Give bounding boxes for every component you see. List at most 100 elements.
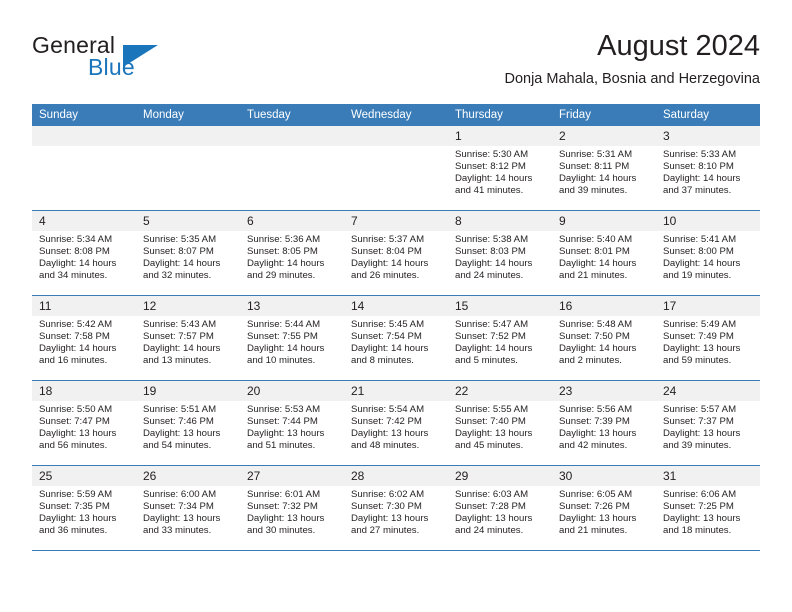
logo-text-blue: Blue xyxy=(88,54,135,80)
calendar-day-cell[interactable]: 23 Sunrise: 5:56 AM Sunset: 7:39 PM Dayligh… xyxy=(552,380,656,466)
day-info: Sunrise: 5:48 AM Sunset: 7:50 PM Daylight:… xyxy=(552,316,656,367)
day-number: 23 xyxy=(552,381,656,401)
calendar-day-cell[interactable]: 15 Sunrise: 5:47 AM Sunset: 7:52 PM Dayligh… xyxy=(448,295,552,381)
sunset-text: Sunset: 8:10 PM xyxy=(663,161,734,173)
calendar-day-cell[interactable]: 9 Sunrise: 5:40 AM Sunset: 8:01 PM Daylight… xyxy=(552,210,656,296)
sunset-text: Sunset: 7:26 PM xyxy=(559,501,630,513)
sunrise-text: Sunrise: 5:54 AM xyxy=(351,404,425,415)
day-number: 25 xyxy=(32,466,136,486)
calendar-week-row: 18 Sunrise: 5:50 AM Sunset: 7:47 PM Dayligh… xyxy=(32,380,760,466)
sunset-text: Sunset: 7:58 PM xyxy=(39,331,110,343)
daylight-text: Daylight: 13 hours and 39 minutes. xyxy=(663,428,741,452)
day-info: Sunrise: 5:36 AM Sunset: 8:05 PM Daylight:… xyxy=(240,231,344,282)
sunrise-text: Sunrise: 5:31 AM xyxy=(559,149,633,160)
calendar-day-cell[interactable]: 3 Sunrise: 5:33 AM Sunset: 8:10 PM Daylight… xyxy=(656,126,760,211)
sunset-text: Sunset: 7:44 PM xyxy=(247,416,318,428)
calendar-day-cell-empty xyxy=(344,126,448,211)
calendar-week-row: 11 Sunrise: 5:42 AM Sunset: 7:58 PM Dayligh… xyxy=(32,295,760,381)
day-info: Sunrise: 6:03 AM Sunset: 7:28 PM Daylight:… xyxy=(448,486,552,537)
sunset-text: Sunset: 7:30 PM xyxy=(351,501,422,513)
calendar-day-cell[interactable]: 20 Sunrise: 5:53 AM Sunset: 7:44 PM Dayligh… xyxy=(240,380,344,466)
sunset-text: Sunset: 8:05 PM xyxy=(247,246,318,258)
day-number xyxy=(32,126,136,146)
calendar-day-cell[interactable]: 8 Sunrise: 5:38 AM Sunset: 8:03 PM Daylight… xyxy=(448,210,552,296)
sunrise-text: Sunrise: 6:06 AM xyxy=(663,489,737,500)
sunrise-text: Sunrise: 5:45 AM xyxy=(351,319,425,330)
calendar-day-cell[interactable]: 14 Sunrise: 5:45 AM Sunset: 7:54 PM Dayligh… xyxy=(344,295,448,381)
calendar-day-cell[interactable]: 22 Sunrise: 5:55 AM Sunset: 7:40 PM Dayligh… xyxy=(448,380,552,466)
calendar-day-cell[interactable]: 2 Sunrise: 5:31 AM Sunset: 8:11 PM Daylight… xyxy=(552,126,656,211)
sunset-text: Sunset: 7:42 PM xyxy=(351,416,422,428)
calendar-day-cell[interactable]: 21 Sunrise: 5:54 AM Sunset: 7:42 PM Dayligh… xyxy=(344,380,448,466)
sunrise-text: Sunrise: 5:34 AM xyxy=(39,234,113,245)
day-info: Sunrise: 5:51 AM Sunset: 7:46 PM Daylight:… xyxy=(136,401,240,452)
calendar-day-cell[interactable]: 30 Sunrise: 6:05 AM Sunset: 7:26 PM Dayligh… xyxy=(552,465,656,551)
daylight-text: Daylight: 14 hours and 37 minutes. xyxy=(663,173,741,197)
day-info: Sunrise: 5:59 AM Sunset: 7:35 PM Daylight:… xyxy=(32,486,136,537)
day-number: 28 xyxy=(344,466,448,486)
day-info: Sunrise: 5:47 AM Sunset: 7:52 PM Daylight:… xyxy=(448,316,552,367)
daylight-text: Daylight: 13 hours and 48 minutes. xyxy=(351,428,429,452)
sunset-text: Sunset: 8:03 PM xyxy=(455,246,526,258)
day-info: Sunrise: 5:40 AM Sunset: 8:01 PM Daylight:… xyxy=(552,231,656,282)
daylight-text: Daylight: 14 hours and 8 minutes. xyxy=(351,343,429,367)
daylight-text: Daylight: 13 hours and 24 minutes. xyxy=(455,513,533,537)
day-info: Sunrise: 6:00 AM Sunset: 7:34 PM Daylight:… xyxy=(136,486,240,537)
day-info: Sunrise: 5:55 AM Sunset: 7:40 PM Daylight:… xyxy=(448,401,552,452)
calendar-day-cell[interactable]: 13 Sunrise: 5:44 AM Sunset: 7:55 PM Dayligh… xyxy=(240,295,344,381)
sunrise-text: Sunrise: 6:00 AM xyxy=(143,489,217,500)
calendar-day-cell[interactable]: 6 Sunrise: 5:36 AM Sunset: 8:05 PM Daylight… xyxy=(240,210,344,296)
calendar-day-cell[interactable]: 18 Sunrise: 5:50 AM Sunset: 7:47 PM Dayligh… xyxy=(32,380,136,466)
calendar-day-cell[interactable]: 31 Sunrise: 6:06 AM Sunset: 7:25 PM Dayligh… xyxy=(656,465,760,551)
day-number: 30 xyxy=(552,466,656,486)
weekday-header-sunday: Sunday xyxy=(32,104,136,126)
day-number: 14 xyxy=(344,296,448,316)
calendar-day-cell[interactable]: 26 Sunrise: 6:00 AM Sunset: 7:34 PM Dayligh… xyxy=(136,465,240,551)
calendar-day-cell[interactable]: 10 Sunrise: 5:41 AM Sunset: 8:00 PM Dayligh… xyxy=(656,210,760,296)
calendar-day-cell[interactable]: 11 Sunrise: 5:42 AM Sunset: 7:58 PM Dayligh… xyxy=(32,295,136,381)
calendar-day-cell[interactable]: 28 Sunrise: 6:02 AM Sunset: 7:30 PM Dayligh… xyxy=(344,465,448,551)
sunrise-text: Sunrise: 5:48 AM xyxy=(559,319,633,330)
sunrise-text: Sunrise: 5:37 AM xyxy=(351,234,425,245)
sunrise-text: Sunrise: 5:41 AM xyxy=(663,234,737,245)
daylight-text: Daylight: 13 hours and 51 minutes. xyxy=(247,428,325,452)
daylight-text: Daylight: 13 hours and 27 minutes. xyxy=(351,513,429,537)
calendar-day-cell[interactable]: 7 Sunrise: 5:37 AM Sunset: 8:04 PM Daylight… xyxy=(344,210,448,296)
calendar-day-cell[interactable]: 4 Sunrise: 5:34 AM Sunset: 8:08 PM Daylight… xyxy=(32,210,136,296)
calendar-day-cell[interactable]: 12 Sunrise: 5:43 AM Sunset: 7:57 PM Dayligh… xyxy=(136,295,240,381)
sunrise-text: Sunrise: 5:44 AM xyxy=(247,319,321,330)
daylight-text: Daylight: 14 hours and 21 minutes. xyxy=(559,258,637,282)
calendar-day-cell[interactable]: 16 Sunrise: 5:48 AM Sunset: 7:50 PM Dayligh… xyxy=(552,295,656,381)
calendar-day-cell[interactable]: 25 Sunrise: 5:59 AM Sunset: 7:35 PM Dayligh… xyxy=(32,465,136,551)
calendar-day-cell[interactable]: 29 Sunrise: 6:03 AM Sunset: 7:28 PM Dayligh… xyxy=(448,465,552,551)
sunrise-text: Sunrise: 5:59 AM xyxy=(39,489,113,500)
day-number: 27 xyxy=(240,466,344,486)
day-info: Sunrise: 6:02 AM Sunset: 7:30 PM Daylight:… xyxy=(344,486,448,537)
general-blue-logo[interactable]: General Blue xyxy=(32,32,202,88)
sunset-text: Sunset: 7:50 PM xyxy=(559,331,630,343)
calendar-day-cell[interactable]: 5 Sunrise: 5:35 AM Sunset: 8:07 PM Daylight… xyxy=(136,210,240,296)
day-info: Sunrise: 6:06 AM Sunset: 7:25 PM Daylight:… xyxy=(656,486,760,537)
day-info: Sunrise: 5:34 AM Sunset: 8:08 PM Daylight:… xyxy=(32,231,136,282)
daylight-text: Daylight: 13 hours and 54 minutes. xyxy=(143,428,221,452)
sunrise-text: Sunrise: 5:38 AM xyxy=(455,234,529,245)
calendar-body: 1 Sunrise: 5:30 AM Sunset: 8:12 PM Daylight… xyxy=(32,126,760,551)
calendar-day-cell[interactable]: 17 Sunrise: 5:49 AM Sunset: 7:49 PM Dayligh… xyxy=(656,295,760,381)
daylight-text: Daylight: 13 hours and 45 minutes. xyxy=(455,428,533,452)
sunrise-text: Sunrise: 6:01 AM xyxy=(247,489,321,500)
calendar-day-cell[interactable]: 1 Sunrise: 5:30 AM Sunset: 8:12 PM Daylight… xyxy=(448,126,552,211)
day-number: 8 xyxy=(448,211,552,231)
calendar-day-cell[interactable]: 27 Sunrise: 6:01 AM Sunset: 7:32 PM Dayligh… xyxy=(240,465,344,551)
day-number: 15 xyxy=(448,296,552,316)
day-number: 19 xyxy=(136,381,240,401)
day-number: 17 xyxy=(656,296,760,316)
day-number: 13 xyxy=(240,296,344,316)
weekday-header-wednesday: Wednesday xyxy=(344,104,448,126)
sunrise-text: Sunrise: 5:50 AM xyxy=(39,404,113,415)
calendar-day-cell[interactable]: 24 Sunrise: 5:57 AM Sunset: 7:37 PM Dayligh… xyxy=(656,380,760,466)
sunset-text: Sunset: 7:35 PM xyxy=(39,501,110,513)
sunrise-text: Sunrise: 5:33 AM xyxy=(663,149,737,160)
daylight-text: Daylight: 14 hours and 10 minutes. xyxy=(247,343,325,367)
sunset-text: Sunset: 7:40 PM xyxy=(455,416,526,428)
calendar-day-cell[interactable]: 19 Sunrise: 5:51 AM Sunset: 7:46 PM Dayligh… xyxy=(136,380,240,466)
